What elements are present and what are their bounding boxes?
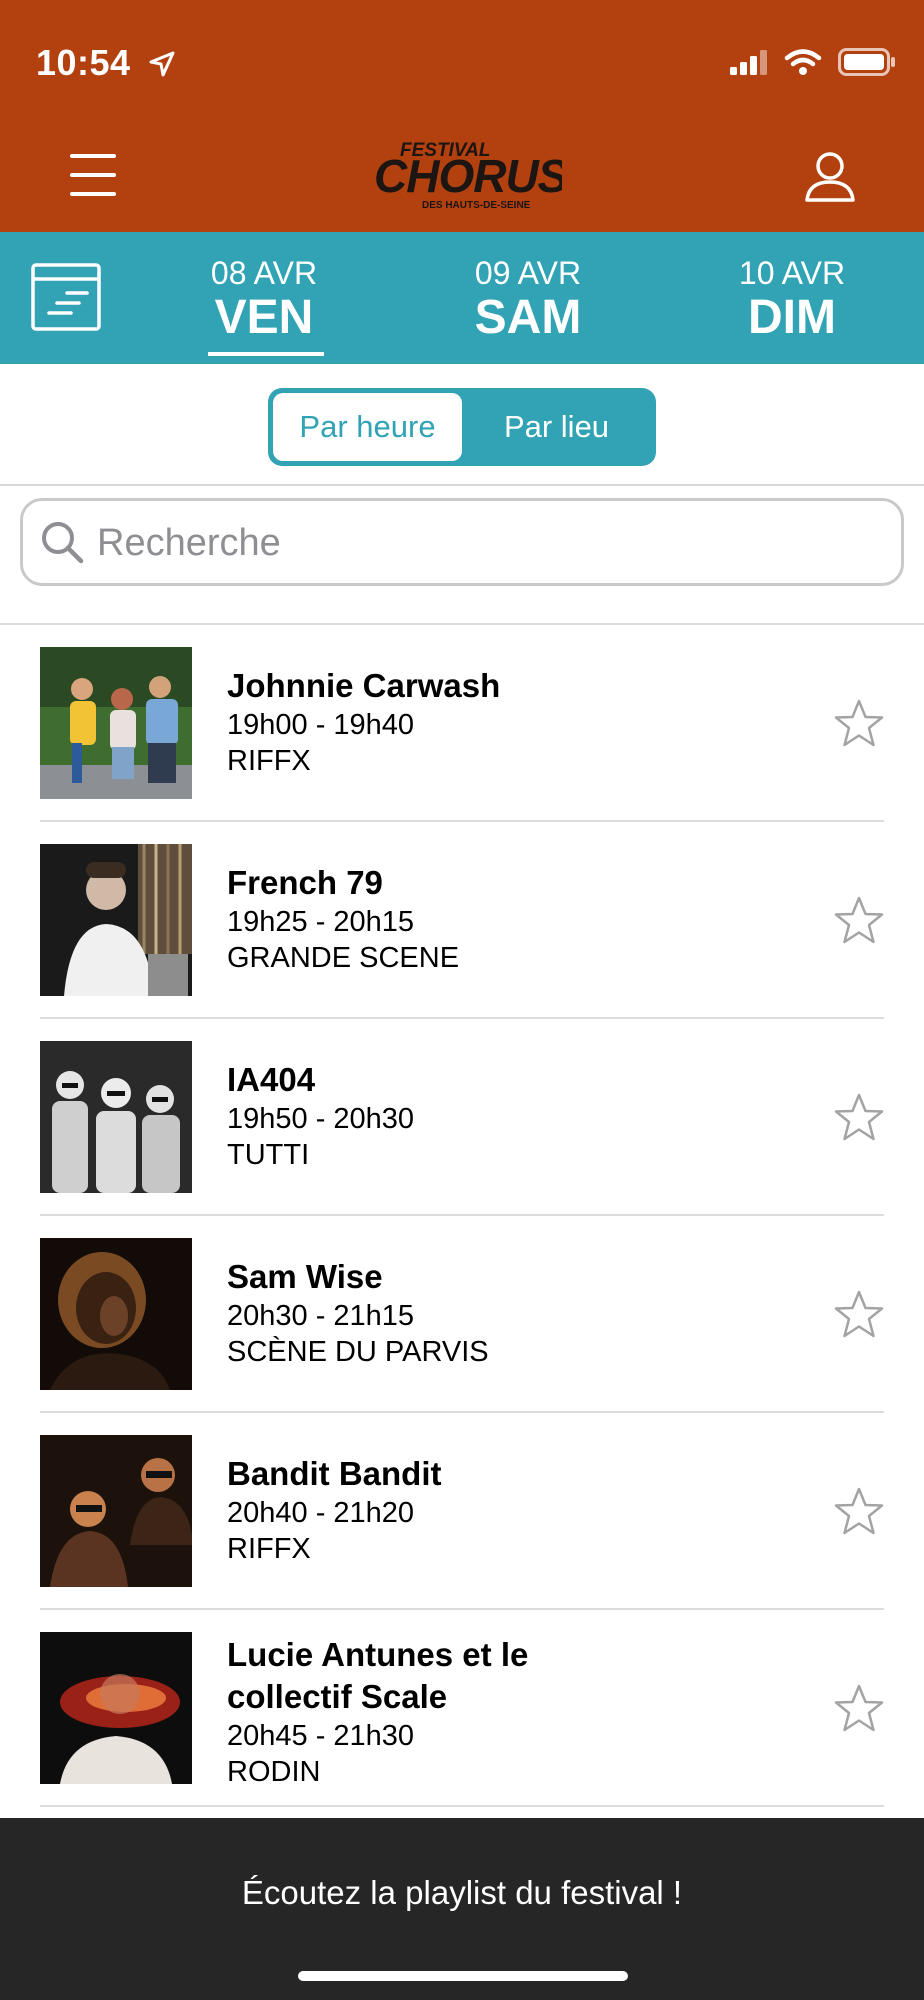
artist-name: IA404 <box>227 1061 316 1098</box>
event-row[interactable]: Bandit Bandit 20h40 - 21h20 RIFFX <box>0 1413 924 1610</box>
event-time: 20h45 - 21h30 <box>227 1720 415 1752</box>
artist-photo <box>40 1435 192 1587</box>
event-time: 19h00 - 19h40 <box>227 709 415 741</box>
event-venue: RIFFX <box>227 1533 311 1565</box>
favorite-star-icon[interactable] <box>833 895 885 952</box>
day-name: DIM <box>748 291 836 344</box>
favorite-star-icon[interactable] <box>833 1289 885 1346</box>
event-row[interactable]: IA404 19h50 - 20h30 TUTTI <box>0 1019 924 1216</box>
menu-icon[interactable] <box>70 154 116 196</box>
day-date: 08 AVR <box>210 255 318 291</box>
user-account-icon[interactable] <box>804 150 856 207</box>
event-time: 19h50 - 20h30 <box>227 1103 415 1135</box>
favorite-star-icon[interactable] <box>833 1486 885 1543</box>
location-arrow-icon <box>149 44 175 86</box>
favorite-star-icon[interactable] <box>833 1683 885 1740</box>
artist-name: Bandit Bandit <box>227 1455 442 1492</box>
day-date: 09 AVR <box>474 255 582 291</box>
event-time: 20h30 - 21h15 <box>227 1300 415 1332</box>
day-tab-sam[interactable]: 09 AVR SAM <box>438 254 618 344</box>
artist-photo <box>40 844 192 996</box>
day-date: 10 AVR <box>738 255 846 291</box>
schedule-view-icon[interactable] <box>31 263 101 336</box>
segment-par-lieu[interactable]: Par lieu <box>462 393 651 461</box>
artist-photo <box>40 1238 192 1390</box>
event-time: 20h40 - 21h20 <box>227 1497 415 1529</box>
cellular-signal-icon <box>730 49 768 80</box>
artist-photo <box>40 1041 192 1193</box>
event-list: Johnnie Carwash 19h00 - 19h40 RIFFX Fren… <box>0 625 924 1807</box>
artist-photo <box>40 647 192 799</box>
event-row[interactable]: Johnnie Carwash 19h00 - 19h40 RIFFX <box>0 625 924 822</box>
status-time-text: 10:54 <box>36 42 131 83</box>
artist-name: Sam Wise <box>227 1258 383 1295</box>
event-venue: SCÈNE DU PARVIS <box>227 1336 489 1368</box>
day-name: SAM <box>474 291 582 344</box>
favorite-star-icon[interactable] <box>833 1092 885 1149</box>
event-time: 19h25 - 20h15 <box>227 906 415 938</box>
event-row[interactable]: French 79 19h25 - 20h15 GRANDE SCENE <box>0 822 924 1019</box>
event-venue: TUTTI <box>227 1139 310 1171</box>
event-row[interactable]: Lucie Antunes et le collectif Scale 20h4… <box>0 1610 924 1807</box>
svg-text:DES HAUTS-DE-SEINE: DES HAUTS-DE-SEINE <box>422 200 531 211</box>
segment-par-heure[interactable]: Par heure <box>273 393 462 461</box>
artist-name: collectif Scale <box>227 1678 448 1715</box>
search-icon <box>39 519 85 570</box>
status-time: 10:54 <box>36 42 175 86</box>
day-tab-ven[interactable]: 08 AVR VEN <box>174 254 354 356</box>
event-venue: RODIN <box>227 1756 321 1788</box>
artist-name: Johnnie Carwash <box>227 667 501 704</box>
day-name: VEN <box>214 291 314 344</box>
event-venue: RIFFX <box>227 745 311 777</box>
search-bar <box>20 498 904 586</box>
home-indicator <box>298 1971 628 1981</box>
favorite-star-icon[interactable] <box>833 698 885 755</box>
artist-name: French 79 <box>227 864 383 901</box>
row-separator <box>40 1805 884 1807</box>
artist-photo <box>40 1632 192 1784</box>
festival-logo: FESTIVAL CHORUS DES HAUTS-DE-SEINE <box>372 138 570 214</box>
event-row[interactable]: Sam Wise 20h30 - 21h15 SCÈNE DU PARVIS <box>0 1216 924 1413</box>
artist-name: Lucie Antunes et le <box>227 1636 529 1673</box>
divider <box>0 484 924 486</box>
day-tab-dim[interactable]: 10 AVR DIM <box>702 254 882 344</box>
view-mode-segmented-control: Par heure Par lieu <box>268 388 656 466</box>
status-indicators <box>730 48 896 81</box>
event-venue: GRANDE SCENE <box>227 942 460 974</box>
search-input[interactable] <box>97 515 877 571</box>
wifi-icon <box>784 48 822 81</box>
battery-icon <box>838 48 896 81</box>
playlist-banner-text[interactable]: Écoutez la playlist du festival ! <box>0 1874 924 1912</box>
svg-text:CHORUS: CHORUS <box>374 150 562 202</box>
